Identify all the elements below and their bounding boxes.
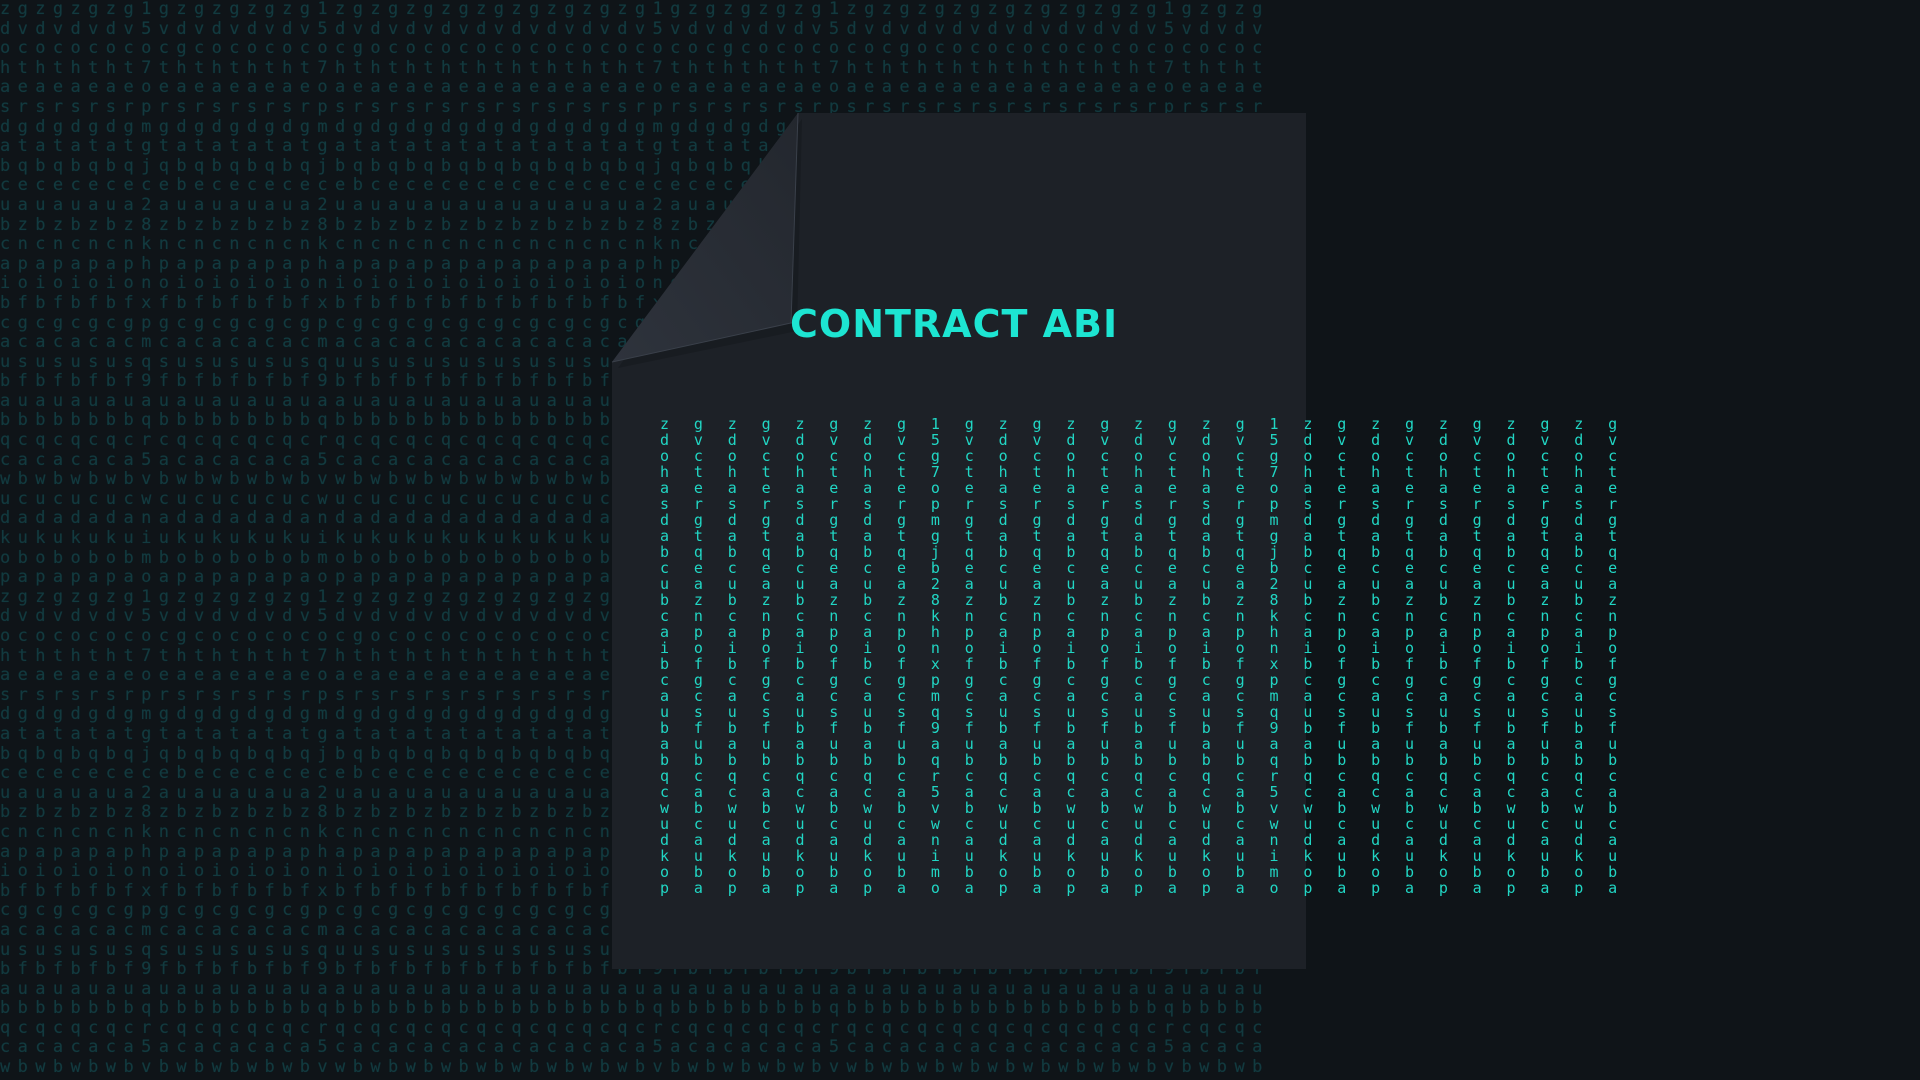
document-title: CONTRACT ABI	[790, 302, 1119, 346]
illustration-canvas: zgzgzgzg1gzgzgzgzg1zgzgzgzgzgzgzgzgzg1gz…	[0, 0, 1920, 1080]
folded-corner-icon	[611, 112, 802, 368]
document-character-grid: z g z g z g z g 1 g z g z g z g z g 1 z …	[660, 415, 1626, 897]
